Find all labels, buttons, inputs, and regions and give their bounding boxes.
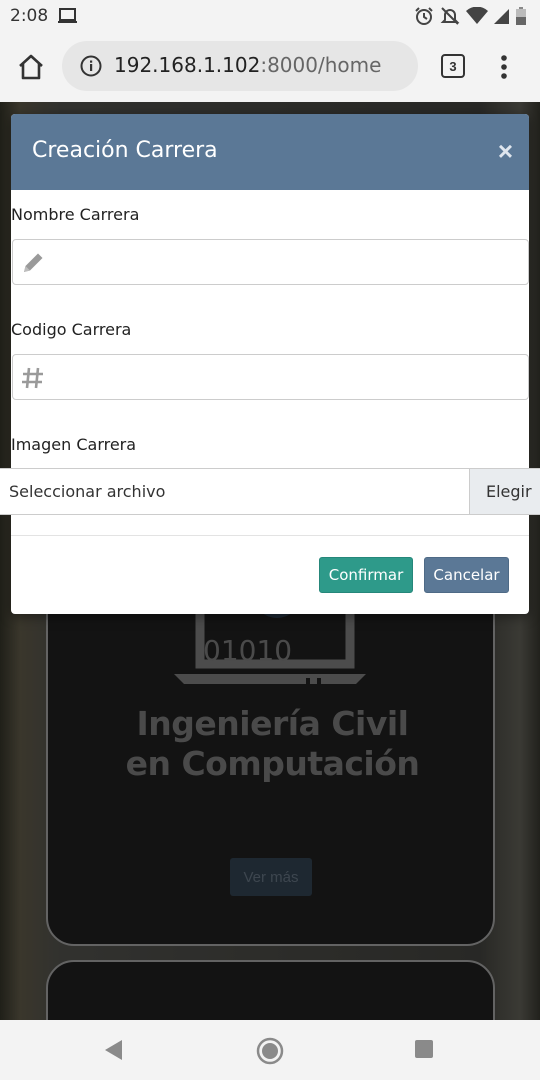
battery-icon xyxy=(516,7,526,30)
back-icon[interactable] xyxy=(104,1039,124,1061)
choose-file-button[interactable]: Elegir xyxy=(469,469,540,514)
screen-cast-icon xyxy=(58,8,78,29)
system-nav-bar xyxy=(0,1020,540,1080)
info-icon[interactable] xyxy=(80,55,102,77)
modal-header: Creación Carrera × xyxy=(11,114,529,190)
nombre-carrera-input[interactable] xyxy=(53,240,523,284)
overflow-menu-button[interactable] xyxy=(498,52,510,82)
home-icon xyxy=(19,54,43,80)
browser-toolbar: 192.168.1.102:8000/home 3 xyxy=(0,32,540,102)
modal-footer-divider xyxy=(11,535,529,536)
codigo-carrera-input[interactable] xyxy=(53,355,523,399)
confirm-button[interactable]: Confirmar xyxy=(319,557,413,593)
status-icons xyxy=(414,6,526,31)
alarm-icon xyxy=(414,6,434,31)
modal-title: Creación Carrera xyxy=(32,138,218,163)
pencil-icon xyxy=(20,250,46,276)
hash-icon xyxy=(20,365,46,391)
create-career-modal: Creación Carrera × Nombre Carrera Codigo… xyxy=(0,114,540,614)
home-circle-icon[interactable] xyxy=(255,1036,285,1066)
notifications-off-icon xyxy=(440,6,460,31)
nombre-carrera-field[interactable] xyxy=(12,239,529,285)
nombre-carrera-label: Nombre Carrera xyxy=(11,205,140,224)
url-text[interactable]: 192.168.1.102:8000/home xyxy=(114,53,381,77)
imagen-carrera-label: Imagen Carrera xyxy=(11,435,137,454)
more-vert-icon xyxy=(501,55,507,79)
url-host: 192.168.1.102 xyxy=(114,53,261,77)
signal-icon xyxy=(494,7,510,30)
cancel-button[interactable]: Cancelar xyxy=(424,557,509,593)
status-bar: 2:08 xyxy=(0,0,540,32)
address-bar[interactable]: 192.168.1.102:8000/home xyxy=(62,41,418,91)
wifi-icon xyxy=(466,6,488,30)
home-button[interactable] xyxy=(16,52,46,82)
file-input[interactable]: Seleccionar archivo Elegir xyxy=(0,468,540,515)
codigo-carrera-label: Codigo Carrera xyxy=(11,320,132,339)
url-path: :8000/home xyxy=(260,53,382,77)
recent-apps-icon[interactable] xyxy=(415,1040,433,1058)
close-icon[interactable]: × xyxy=(498,136,513,167)
status-time: 2:08 xyxy=(10,6,49,26)
codigo-carrera-field[interactable] xyxy=(12,354,529,400)
file-placeholder: Seleccionar archivo xyxy=(9,482,166,501)
tab-switcher-button[interactable]: 3 xyxy=(441,54,465,78)
